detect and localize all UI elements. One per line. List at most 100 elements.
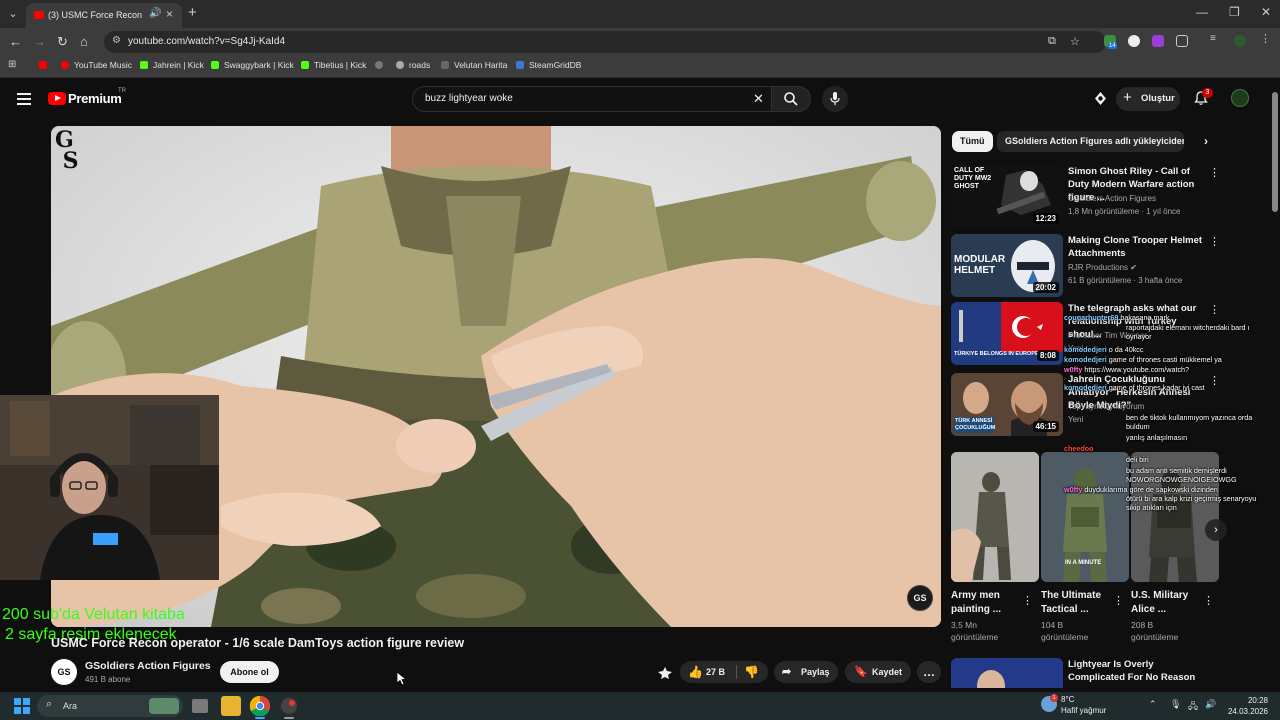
video-thumbnail[interactable]: CALL OF DUTY MW2 GHOST 12:23 (951, 165, 1063, 228)
bookmark-star-icon[interactable]: ☆ (1070, 35, 1080, 48)
bookmark[interactable] (39, 60, 52, 70)
ask-ai-icon[interactable] (657, 666, 673, 680)
more-actions-icon[interactable]: … (917, 661, 941, 683)
site-info-icon[interactable]: ⚙ (112, 35, 121, 46)
chrome-icon[interactable] (249, 695, 270, 717)
search-input[interactable]: buzz lightyear woke ✕ (412, 86, 772, 112)
short-menu-icon[interactable]: ⋮ (1022, 594, 1033, 607)
bookmark[interactable]: Tibetius | Kick (301, 60, 366, 70)
media-controls-icon[interactable]: ≡ (1210, 33, 1222, 45)
network-icon[interactable]: 🖧 (1188, 699, 1198, 715)
like-icon[interactable]: 👍 (688, 665, 703, 679)
reload-button[interactable]: ↻ (57, 34, 68, 50)
video-thumbnail[interactable]: TÜRKIYE BELONGS IN EUROPE 8:08 (951, 302, 1063, 365)
apps-grid-icon[interactable]: ⊞ (8, 59, 16, 70)
rec-menu-icon[interactable]: ⋮ (1209, 374, 1220, 387)
youtube-brand[interactable]: Premium (68, 91, 122, 106)
microphone-icon[interactable]: 🎙 (1170, 699, 1181, 710)
video-thumbnail[interactable]: MODULAR HELMET 20:02 (951, 234, 1063, 297)
minimize-button[interactable]: — (1196, 5, 1208, 19)
bookmark[interactable]: roads (396, 60, 430, 70)
chips-next-icon[interactable]: › (1196, 131, 1216, 152)
youtube-logo-icon[interactable] (48, 92, 66, 105)
rec-channel[interactable]: TopVayneOynuyorum (1068, 402, 1144, 411)
channel-branding-icon[interactable]: GS (907, 585, 933, 611)
restore-button[interactable]: ❐ (1229, 5, 1240, 19)
back-button[interactable]: ← (9, 34, 22, 49)
short-title[interactable]: U.S. Military Alice ... (1131, 589, 1201, 617)
account-avatar[interactable] (1231, 89, 1249, 107)
bookmark[interactable]: Swaggybark | Kick (211, 60, 294, 70)
bookmark[interactable]: YouTube Music (61, 60, 132, 70)
divider (736, 665, 737, 679)
short-menu-icon[interactable]: ⋮ (1113, 594, 1124, 607)
channel-avatar[interactable]: GS (51, 659, 77, 685)
bookmark[interactable]: Velutan Harita (441, 60, 507, 70)
voice-search-button[interactable] (822, 86, 848, 112)
tab-search-menu[interactable]: ⌄ (4, 5, 22, 23)
recommendation-item[interactable]: Lightyear Is Overly Complicated For No R… (951, 658, 1211, 688)
extension-icon[interactable] (1152, 35, 1164, 47)
close-window-button[interactable]: ✕ (1261, 5, 1271, 19)
rec-menu-icon[interactable]: ⋮ (1209, 659, 1211, 672)
bookmark[interactable]: Jahrein | Kick (140, 60, 204, 70)
rec-title[interactable]: Lightyear Is Overly Complicated For No R… (1068, 658, 1208, 684)
video-thumbnail[interactable] (951, 658, 1063, 688)
extensions-puzzle-icon[interactable] (1176, 35, 1188, 47)
rec-channel[interactable]: RJR Productions ✔ (1068, 263, 1137, 272)
screen: ⌄ (3) USMC Force Recon oper 🔊 × + — ❐ ✕ … (0, 0, 1280, 720)
cast-icon[interactable] (1093, 91, 1108, 106)
task-view-icon[interactable] (192, 699, 208, 713)
install-app-icon[interactable]: ⧉ (1048, 35, 1056, 48)
short-thumbnail[interactable] (951, 452, 1039, 582)
home-button[interactable]: ⌂ (80, 34, 88, 49)
extension-icon[interactable] (1128, 35, 1140, 47)
app-icon[interactable] (279, 696, 299, 716)
short-menu-icon[interactable]: ⋮ (1203, 594, 1214, 607)
system-clock[interactable]: 20:28 24.03.2026 (1226, 695, 1268, 717)
rec-title[interactable]: Making Clone Trooper Helmet Attachments (1068, 234, 1208, 260)
share-button[interactable]: ➦ Paylaş (774, 661, 838, 683)
taskbar-search[interactable]: ⌕ Ara (37, 695, 183, 717)
forward-button[interactable]: → (33, 34, 46, 49)
address-bar[interactable]: ⚙ youtube.com/watch?v=Sg4Jj-KaId4 ⧉ ☆ (104, 31, 1106, 53)
chip-all[interactable]: Tümü (952, 131, 993, 152)
short-title[interactable]: Army men painting ... (951, 589, 1021, 617)
channel-name[interactable]: GSoldiers Action Figures (85, 660, 211, 672)
dislike-icon[interactable]: 👎 (744, 665, 759, 679)
bookmark[interactable] (375, 60, 388, 70)
chip-from-uploader[interactable]: GSoldiers Action Figures adlı yükleyicid… (997, 131, 1184, 152)
tab-close-icon[interactable]: × (166, 7, 173, 21)
scrollbar-thumb[interactable] (1272, 92, 1278, 212)
subscribe-button[interactable]: Abone ol (220, 661, 279, 683)
audio-playing-icon[interactable]: 🔊 (149, 8, 161, 19)
short-title[interactable]: The Ultimate Tactical ... (1041, 589, 1111, 617)
start-menu-icon[interactable] (14, 698, 30, 714)
new-tab-button[interactable]: + (188, 4, 197, 21)
tray-overflow-icon[interactable]: ⌃ (1149, 699, 1157, 710)
thumbnail-text: TÜRKIYE BELONGS IN EUROPE (954, 351, 1039, 357)
rec-menu-icon[interactable]: ⋮ (1209, 303, 1220, 316)
volume-icon[interactable]: 🔊 (1205, 699, 1216, 710)
profile-avatar[interactable] (1234, 35, 1246, 47)
rec-menu-icon[interactable]: ⋮ (1209, 235, 1220, 248)
browser-tab-active[interactable]: (3) USMC Force Recon oper 🔊 × (26, 3, 182, 28)
short-thumbnail[interactable]: IN A MINUTE (1041, 452, 1129, 582)
like-count[interactable]: 27 B (706, 667, 725, 677)
file-explorer-icon[interactable] (221, 696, 241, 716)
video-thumbnail[interactable]: TÜRK ANNESİ ÇOCUKLUĞUM 46:15 (951, 373, 1063, 436)
shorts-next-icon[interactable]: › (1205, 519, 1227, 541)
weather-widget[interactable]: 8°C Hafif yağmur (1061, 694, 1106, 716)
recommendation-item[interactable]: CALL OF DUTY MW2 GHOST 12:23 Simon Ghost… (951, 165, 1220, 231)
rec-menu-icon[interactable]: ⋮ (1209, 166, 1220, 179)
create-button[interactable]: + Oluştur (1116, 87, 1180, 111)
bookmark[interactable]: SteamGridDB (516, 60, 581, 70)
recommendation-item[interactable]: MODULAR HELMET 20:02 Making Clone Troope… (951, 234, 1220, 300)
clear-search-icon[interactable]: ✕ (753, 91, 764, 107)
search-button[interactable] (771, 86, 811, 112)
region-code: TR (118, 88, 126, 94)
rec-channel[interactable]: GSoldiers Action Figures (1068, 194, 1156, 203)
chrome-menu-icon[interactable]: ⋮ (1260, 32, 1272, 45)
save-button[interactable]: 🔖 Kaydet (845, 661, 911, 683)
menu-icon[interactable] (17, 93, 31, 105)
